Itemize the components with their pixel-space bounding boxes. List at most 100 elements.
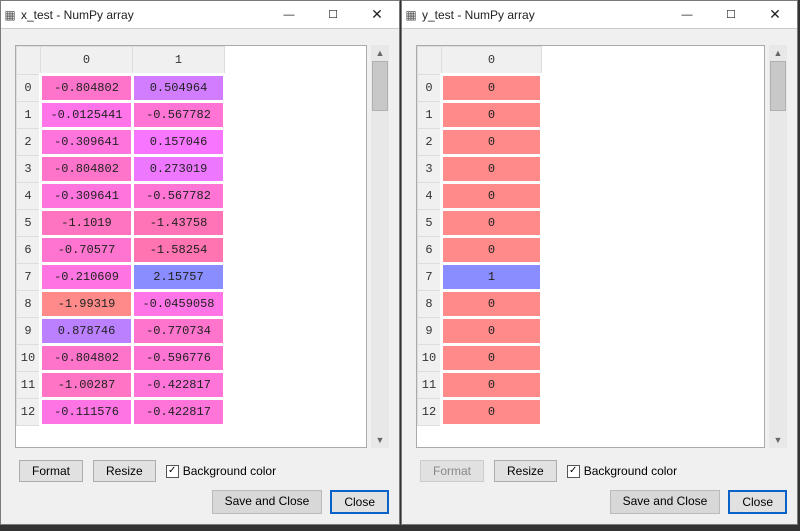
array-cell[interactable]: -0.567782 [133, 102, 225, 129]
row-index[interactable]: 11 [418, 372, 442, 399]
maximize-button[interactable]: ☐ [709, 1, 753, 29]
array-cell[interactable]: 0 [442, 156, 542, 183]
array-cell[interactable]: -1.1019 [41, 210, 133, 237]
row-index[interactable]: 2 [418, 129, 442, 156]
array-cell[interactable]: -0.111576 [41, 399, 133, 426]
row-index[interactable]: 7 [17, 264, 41, 291]
scroll-track[interactable] [769, 61, 787, 432]
array-cell[interactable]: -0.0459058 [133, 291, 225, 318]
array-cell[interactable]: 0 [442, 372, 542, 399]
background-color-checkbox[interactable]: ✓ Background color [567, 464, 677, 478]
row-index[interactable]: 5 [17, 210, 41, 237]
row-index[interactable]: 6 [418, 237, 442, 264]
array-cell[interactable]: -0.596776 [133, 345, 225, 372]
row-index[interactable]: 2 [17, 129, 41, 156]
array-cell[interactable]: 2.15757 [133, 264, 225, 291]
close-dialog-button[interactable]: Close [728, 490, 787, 514]
array-cell[interactable]: -0.309641 [41, 183, 133, 210]
scroll-down-icon[interactable]: ▼ [769, 432, 787, 448]
array-cell[interactable]: -0.422817 [133, 372, 225, 399]
row-index[interactable]: 12 [17, 399, 41, 426]
checkbox-box[interactable]: ✓ [166, 465, 179, 478]
vertical-scrollbar[interactable]: ▲ ▼ [769, 45, 787, 448]
array-cell[interactable]: -0.309641 [41, 129, 133, 156]
array-cell[interactable]: 0 [442, 345, 542, 372]
array-cell[interactable]: 0.504964 [133, 75, 225, 102]
array-cell[interactable]: -0.804802 [41, 156, 133, 183]
array-cell[interactable]: 0 [442, 399, 542, 426]
resize-button[interactable]: Resize [494, 460, 557, 482]
array-cell[interactable]: -1.43758 [133, 210, 225, 237]
background-color-checkbox[interactable]: ✓ Background color [166, 464, 276, 478]
row-index[interactable]: 4 [17, 183, 41, 210]
close-button[interactable]: ✕ [355, 1, 399, 29]
array-cell[interactable]: -1.99319 [41, 291, 133, 318]
maximize-button[interactable]: ☐ [311, 1, 355, 29]
array-cell[interactable]: -0.804802 [41, 75, 133, 102]
array-cell[interactable]: -0.70577 [41, 237, 133, 264]
row-index[interactable]: 9 [418, 318, 442, 345]
array-cell[interactable]: -0.804802 [41, 345, 133, 372]
row-index[interactable]: 1 [17, 102, 41, 129]
row-index[interactable]: 12 [418, 399, 442, 426]
array-cell[interactable]: -0.0125441 [41, 102, 133, 129]
array-cell[interactable]: 1 [442, 264, 542, 291]
resize-button[interactable]: Resize [93, 460, 156, 482]
row-index[interactable]: 6 [17, 237, 41, 264]
array-cell[interactable]: -0.770734 [133, 318, 225, 345]
titlebar[interactable]: ▦ x_test - NumPy array — ☐ ✕ [1, 1, 399, 29]
row-index[interactable]: 10 [418, 345, 442, 372]
row-index[interactable]: 0 [17, 75, 41, 102]
table-row: 4-0.309641-0.567782 [17, 183, 225, 210]
array-cell[interactable]: 0.157046 [133, 129, 225, 156]
checkbox-box[interactable]: ✓ [567, 465, 580, 478]
array-grid[interactable]: 000102030405060718090100110120 [416, 45, 765, 448]
array-cell[interactable]: -0.567782 [133, 183, 225, 210]
close-dialog-button[interactable]: Close [330, 490, 389, 514]
array-cell[interactable]: 0 [442, 237, 542, 264]
close-button[interactable]: ✕ [753, 1, 797, 29]
scroll-track[interactable] [371, 61, 389, 432]
scroll-up-icon[interactable]: ▲ [769, 45, 787, 61]
row-index[interactable]: 8 [418, 291, 442, 318]
row-index[interactable]: 5 [418, 210, 442, 237]
row-index[interactable]: 1 [418, 102, 442, 129]
array-grid[interactable]: 010-0.8048020.5049641-0.0125441-0.567782… [15, 45, 367, 448]
array-cell[interactable]: -1.00287 [41, 372, 133, 399]
row-index[interactable]: 0 [418, 75, 442, 102]
row-index[interactable]: 4 [418, 183, 442, 210]
array-cell[interactable]: 0 [442, 291, 542, 318]
array-cell[interactable]: 0 [442, 102, 542, 129]
row-index[interactable]: 7 [418, 264, 442, 291]
row-index[interactable]: 3 [17, 156, 41, 183]
scroll-down-icon[interactable]: ▼ [371, 432, 389, 448]
minimize-button[interactable]: — [267, 1, 311, 29]
array-cell[interactable]: 0 [442, 75, 542, 102]
row-index[interactable]: 11 [17, 372, 41, 399]
array-cell[interactable]: 0.273019 [133, 156, 225, 183]
array-cell[interactable]: 0 [442, 129, 542, 156]
array-cell[interactable]: -1.58254 [133, 237, 225, 264]
titlebar[interactable]: ▦ y_test - NumPy array — ☐ ✕ [402, 1, 797, 29]
row-index[interactable]: 3 [418, 156, 442, 183]
scroll-up-icon[interactable]: ▲ [371, 45, 389, 61]
scroll-thumb[interactable] [372, 61, 388, 111]
minimize-button[interactable]: — [665, 1, 709, 29]
array-cell[interactable]: 0.878746 [41, 318, 133, 345]
vertical-scrollbar[interactable]: ▲ ▼ [371, 45, 389, 448]
save-and-close-button[interactable]: Save and Close [212, 490, 323, 514]
save-and-close-button[interactable]: Save and Close [610, 490, 721, 514]
scroll-thumb[interactable] [770, 61, 786, 111]
array-cell[interactable]: 0 [442, 183, 542, 210]
array-cell[interactable]: -0.422817 [133, 399, 225, 426]
array-cell[interactable]: 0 [442, 318, 542, 345]
row-index[interactable]: 9 [17, 318, 41, 345]
column-header[interactable]: 1 [133, 47, 225, 75]
row-index[interactable]: 8 [17, 291, 41, 318]
column-header[interactable]: 0 [442, 47, 542, 75]
array-cell[interactable]: -0.210609 [41, 264, 133, 291]
column-header[interactable]: 0 [41, 47, 133, 75]
array-cell[interactable]: 0 [442, 210, 542, 237]
row-index[interactable]: 10 [17, 345, 41, 372]
format-button[interactable]: Format [19, 460, 83, 482]
